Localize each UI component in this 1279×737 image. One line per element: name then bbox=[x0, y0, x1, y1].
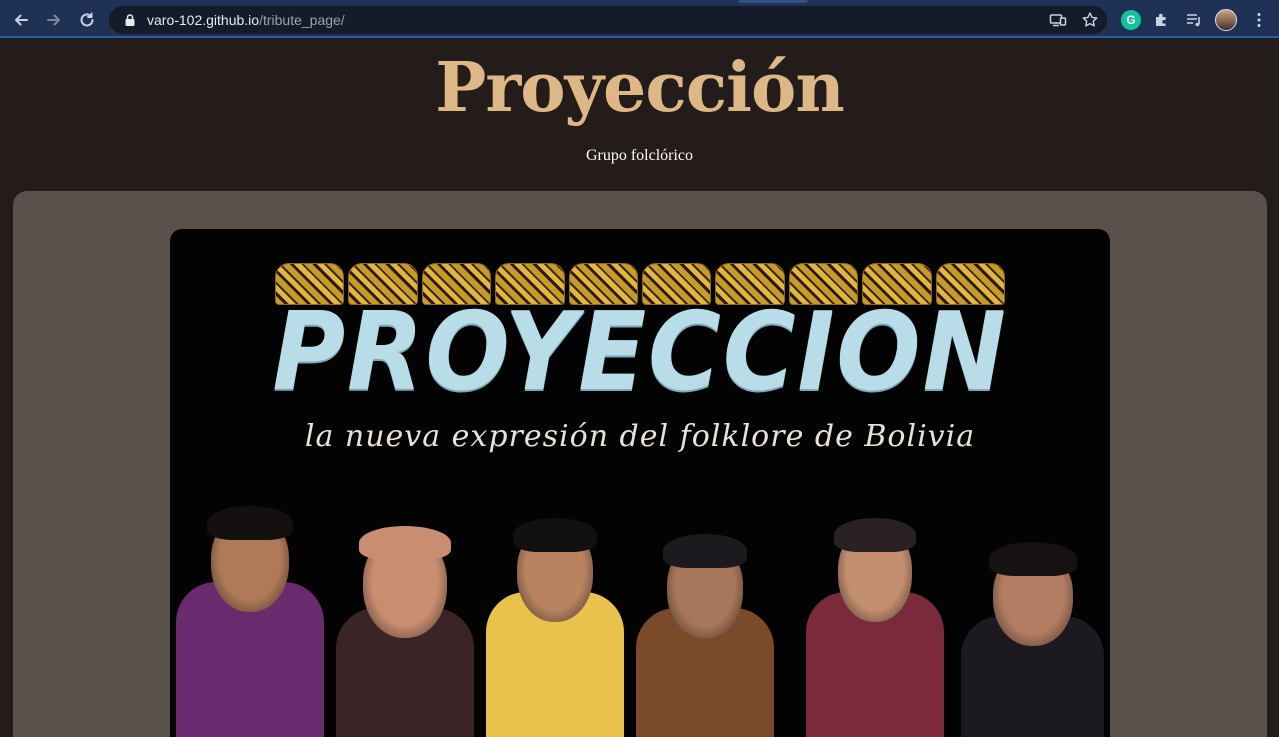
profile-avatar[interactable] bbox=[1215, 9, 1237, 31]
cast-devices-icon[interactable] bbox=[1049, 11, 1067, 29]
url-host: varo-102.github.io bbox=[147, 12, 260, 28]
band-member bbox=[955, 514, 1110, 737]
forward-button[interactable] bbox=[42, 8, 66, 32]
lock-icon bbox=[125, 14, 135, 26]
member-hair bbox=[359, 526, 451, 560]
logo-tagline: la nueva expresión del folklore de Boliv… bbox=[304, 419, 976, 454]
band-members bbox=[170, 506, 1110, 737]
url-text[interactable]: varo-102.github.io/tribute_page/ bbox=[147, 12, 345, 28]
reload-icon bbox=[80, 12, 94, 27]
arrow-left-icon bbox=[15, 14, 28, 26]
page-title: Proyección bbox=[435, 48, 845, 128]
menu-button[interactable] bbox=[1249, 10, 1269, 30]
puzzle-icon bbox=[1156, 13, 1166, 26]
member-hair bbox=[513, 518, 597, 552]
band-member bbox=[330, 514, 480, 737]
logo-text: PROYECCION bbox=[272, 290, 1008, 415]
member-hair bbox=[988, 542, 1077, 576]
band-member bbox=[800, 514, 950, 737]
active-tab-indicator bbox=[738, 0, 808, 3]
band-photo: PROYECCION la nueva expresión del folklo… bbox=[170, 229, 1110, 737]
grammarly-letter: G bbox=[1126, 13, 1136, 27]
grammarly-extension-icon[interactable]: G bbox=[1121, 10, 1141, 30]
band-member bbox=[480, 514, 630, 737]
media-control-button[interactable] bbox=[1184, 10, 1204, 30]
bookmark-star-icon[interactable] bbox=[1081, 11, 1099, 29]
member-hair bbox=[834, 518, 916, 552]
band-member bbox=[170, 506, 330, 737]
extensions-button[interactable] bbox=[1152, 10, 1172, 30]
band-member bbox=[630, 514, 780, 737]
browser-toolbar: varo-102.github.io/tribute_page/ G bbox=[0, 0, 1279, 38]
back-button[interactable] bbox=[9, 8, 33, 32]
page-subtitle: Grupo folclórico bbox=[585, 147, 694, 164]
kebab-menu-icon bbox=[1257, 13, 1261, 27]
band-logo: PROYECCION bbox=[220, 263, 1060, 413]
reload-button[interactable] bbox=[75, 8, 99, 32]
arrow-right-icon bbox=[47, 14, 60, 26]
address-bar[interactable]: varo-102.github.io/tribute_page/ bbox=[109, 6, 1107, 34]
member-hair bbox=[663, 534, 747, 568]
playlist-icon bbox=[1187, 14, 1200, 27]
url-path: /tribute_page/ bbox=[259, 12, 345, 28]
member-hair bbox=[207, 506, 293, 540]
